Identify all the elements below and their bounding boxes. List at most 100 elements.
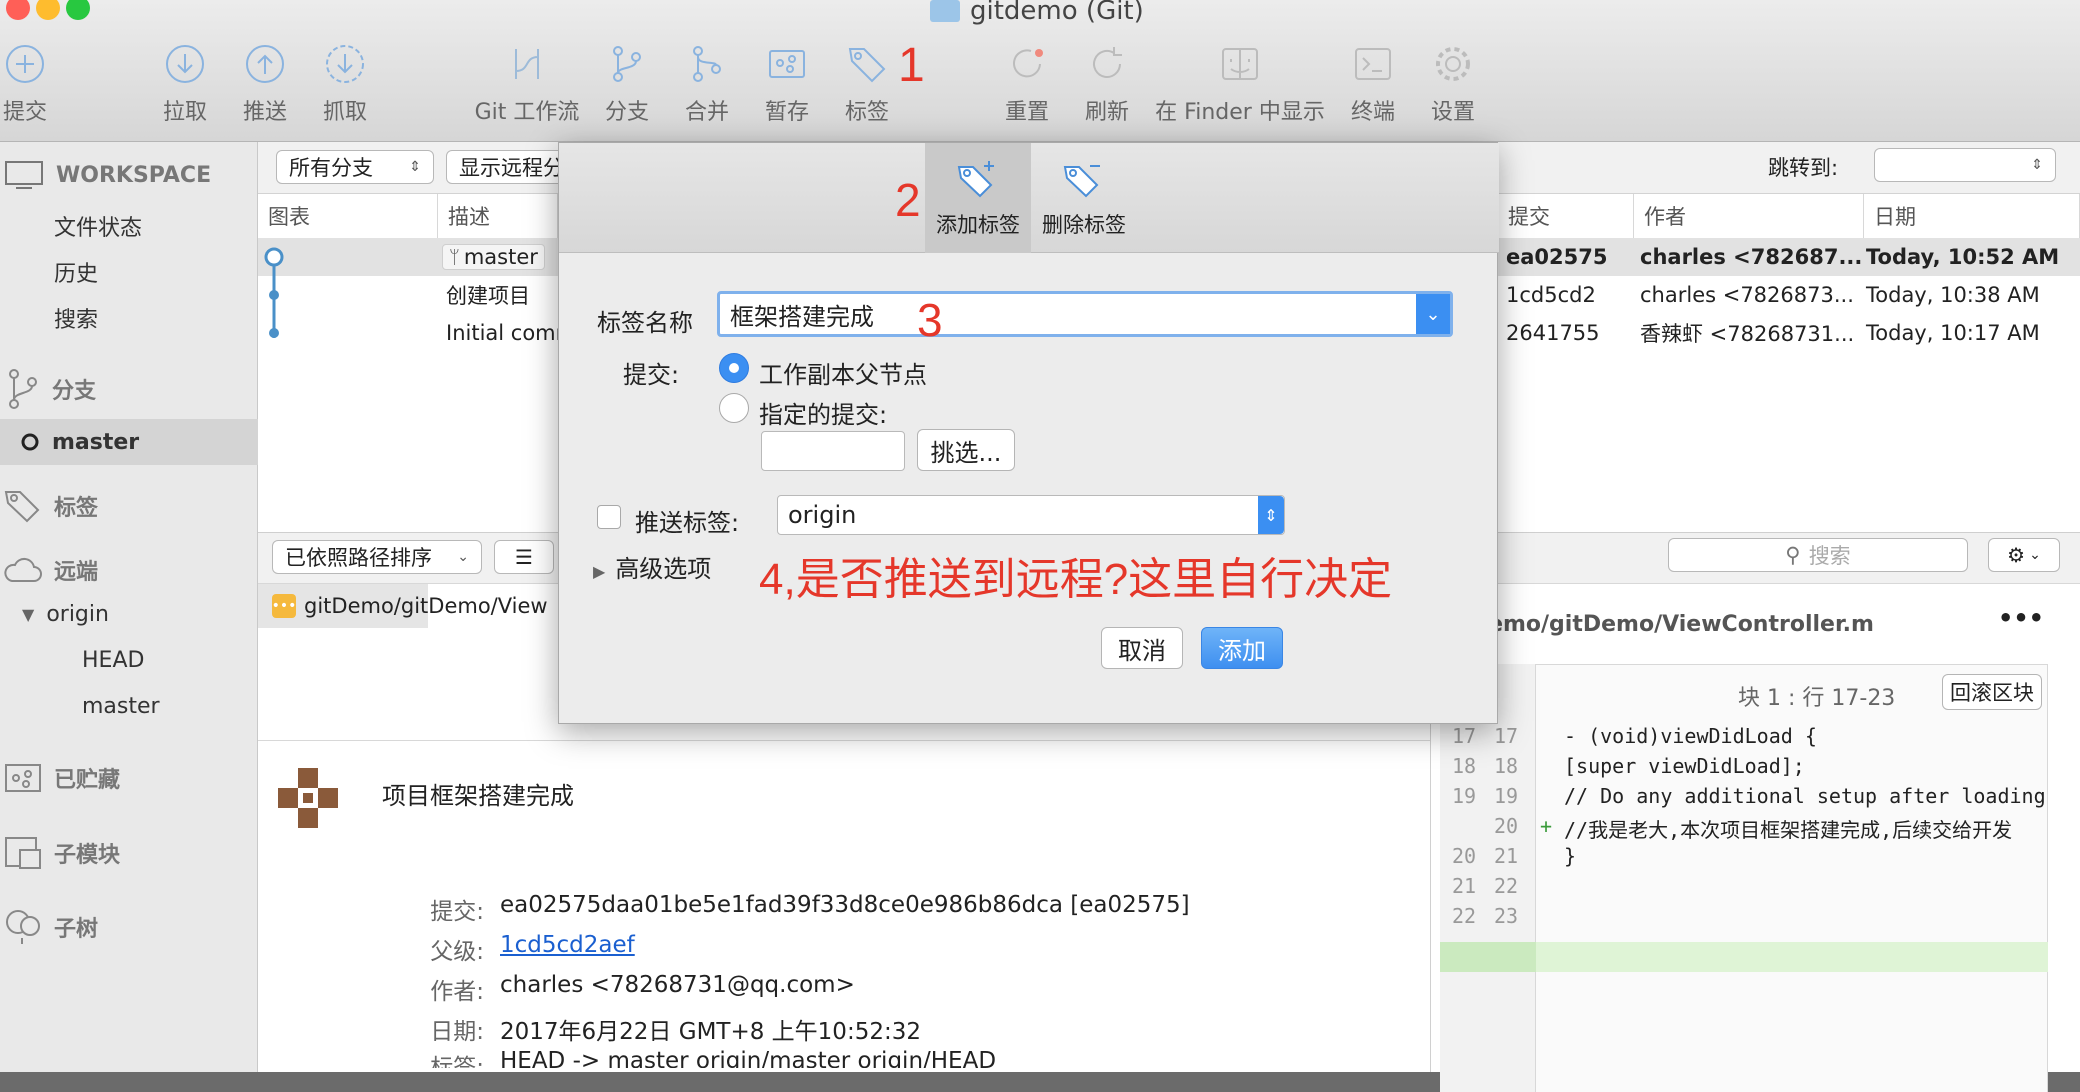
sidebar-item-origin[interactable]: ▼ origin	[22, 602, 109, 627]
working-copy-parent-label: 工作副本父节点	[759, 361, 927, 389]
new-line-number: 23	[1494, 904, 1519, 928]
specific-commit-input[interactable]	[761, 431, 905, 471]
tab-add-tag[interactable]: 添加标签	[925, 143, 1031, 253]
pull-button[interactable]: 拉取	[140, 40, 230, 126]
remove-tag-icon	[1063, 165, 1100, 198]
sidebar-remotes-header[interactable]: 远端	[4, 554, 98, 586]
merge-icon	[683, 40, 731, 88]
show-remote-select[interactable]: 显示远程分	[446, 150, 566, 184]
window-title: gitdemo (Git)	[930, 0, 1144, 26]
more-options-icon[interactable]: •••	[1998, 604, 2044, 632]
column-header-graph[interactable]: 图表	[258, 194, 438, 238]
disclosure-triangle-icon: ▶	[593, 562, 606, 581]
sidebar-tags-header[interactable]: 标签	[4, 488, 98, 524]
add-button[interactable]: 添加	[1201, 627, 1283, 669]
date-label: 日期:	[430, 1019, 484, 1045]
zoom-window-button[interactable]	[66, 0, 90, 20]
working-copy-parent-radio[interactable]	[719, 353, 749, 383]
annotation-3: 3	[917, 294, 943, 346]
gear-menu-button[interactable]: ⚙ ⌄	[1988, 538, 2060, 572]
tag-icon	[4, 491, 40, 523]
old-line-number: 20	[1452, 844, 1477, 868]
tab-remove-tag[interactable]: 删除标签	[1031, 143, 1137, 253]
rollback-hunk-button[interactable]: 回滚区块	[1942, 674, 2042, 710]
tag-name-input[interactable]: 框架搭建完成 ⌄	[717, 291, 1453, 337]
commit-date-value: 2017年6月22日 GMT+8 上午10:52:32	[500, 1019, 921, 1045]
sidebar-branches-header[interactable]: 分支	[6, 368, 96, 410]
sidebar-item-history[interactable]: 历史	[54, 256, 98, 288]
plus-circle-icon	[1, 40, 49, 88]
show-in-finder-button[interactable]: 在 Finder 中显示	[1140, 40, 1340, 126]
fetch-button[interactable]: 抓取	[300, 40, 390, 126]
jump-to-label: 跳转到:	[1768, 156, 1839, 180]
branch-button[interactable]: 分支	[582, 40, 672, 126]
jump-to-select[interactable]: ⇕	[1874, 148, 2056, 182]
column-header-date[interactable]: 日期	[1864, 194, 2080, 238]
branch-filter-select[interactable]: 所有分支 ⇕	[276, 150, 434, 184]
column-header-commit[interactable]: 提交	[1498, 194, 1634, 238]
code-line: [super viewDidLoad];	[1564, 754, 1805, 778]
window-toolbar: gitdemo (Git) 提交 拉取 推送 抓取 Git 工作流 分支 合并 …	[0, 0, 2080, 142]
refresh-button[interactable]: 刷新	[1062, 40, 1152, 126]
reset-button[interactable]: 重置	[982, 40, 1072, 126]
commit-author-value: charles <78268731@qq.com>	[500, 972, 855, 998]
sort-select[interactable]: 已依照路径排序 ⌄	[272, 540, 482, 574]
new-line-number: 21	[1494, 844, 1519, 868]
commit-button[interactable]: 提交	[0, 40, 70, 126]
terminal-icon	[1349, 40, 1397, 88]
sidebar-item-origin-head[interactable]: HEAD	[82, 648, 144, 673]
sidebar-stashes-header[interactable]: 已贮藏	[4, 762, 120, 794]
pick-commit-button[interactable]: 挑选...	[917, 429, 1015, 471]
disclosure-triangle-icon[interactable]: ▼	[22, 605, 34, 624]
monitor-icon	[5, 161, 43, 189]
commit-author: charles <7826873...	[1640, 283, 1854, 307]
column-header-author[interactable]: 作者	[1634, 194, 1864, 238]
specific-commit-radio[interactable]	[719, 393, 749, 423]
code-line: - (void)viewDidLoad {	[1564, 724, 1817, 748]
sidebar-subtrees-header[interactable]: 子树	[4, 908, 98, 946]
minimize-window-button[interactable]	[36, 0, 60, 20]
annotation-1: 1	[898, 39, 925, 92]
file-list-item[interactable]: ••• gitDemo/gitDemo/View	[272, 587, 548, 625]
divider	[258, 740, 1430, 741]
terminal-button[interactable]: 终端	[1328, 40, 1418, 126]
table-row[interactable]: 创建项目	[446, 276, 530, 314]
annotation-2: 2	[895, 174, 921, 226]
stash-button[interactable]: 暂存	[742, 40, 832, 126]
remote-select[interactable]: origin ⇕	[777, 495, 1285, 535]
close-window-button[interactable]	[6, 0, 30, 20]
parent-commit-link[interactable]: 1cd5cd2aef	[500, 932, 635, 958]
push-tag-label: 推送标签:	[635, 509, 740, 537]
cancel-button[interactable]: 取消	[1101, 627, 1183, 669]
tag-icon	[843, 40, 891, 88]
commit-refs-value: HEAD -> master origin/master origin/HEAD	[500, 1048, 997, 1068]
sidebar-item-search[interactable]: 搜索	[54, 302, 98, 334]
file-search-input[interactable]: ⚲ 搜索	[1668, 538, 1968, 572]
sidebar-item-origin-master[interactable]: master	[82, 694, 160, 719]
gear-icon	[1429, 40, 1477, 88]
added-line-gutter	[1440, 942, 1536, 972]
subtree-icon	[6, 910, 40, 944]
diff-file-name: gitDemo/gitDemo/ViewController.m	[1436, 612, 1874, 637]
author-label: 作者:	[430, 979, 484, 1005]
advanced-options-toggle[interactable]: ▶ 高级选项	[593, 549, 711, 584]
push-button[interactable]: 推送	[220, 40, 310, 126]
sidebar-item-file-status[interactable]: 文件状态	[54, 210, 142, 242]
settings-button[interactable]: 设置	[1408, 40, 1498, 126]
branch-icon	[9, 369, 37, 409]
gitflow-button[interactable]: Git 工作流	[475, 40, 579, 126]
sidebar-submodules-header[interactable]: 子模块	[4, 836, 120, 870]
sidebar-item-master[interactable]: master	[0, 419, 258, 465]
commit-sha: ea02575daa01be5e1fad39f33d8ce0e986b86dca…	[500, 892, 1190, 918]
list-view-button[interactable]: ☰	[494, 540, 554, 574]
commit-date: Today, 10:17 AM	[1866, 321, 2040, 345]
push-tag-checkbox[interactable]	[597, 505, 621, 529]
hunk-header: 块 1 : 行 17-23	[1738, 686, 1896, 711]
old-line-number: 18	[1452, 754, 1477, 778]
chevron-down-icon: ⌄	[457, 549, 469, 565]
specific-commit-label: 指定的提交:	[759, 401, 888, 429]
chevron-down-icon[interactable]: ⌄	[1416, 294, 1450, 334]
merge-button[interactable]: 合并	[662, 40, 752, 126]
column-header-description[interactable]: 描述	[438, 194, 558, 238]
table-row[interactable]: Initial comm	[446, 314, 576, 352]
